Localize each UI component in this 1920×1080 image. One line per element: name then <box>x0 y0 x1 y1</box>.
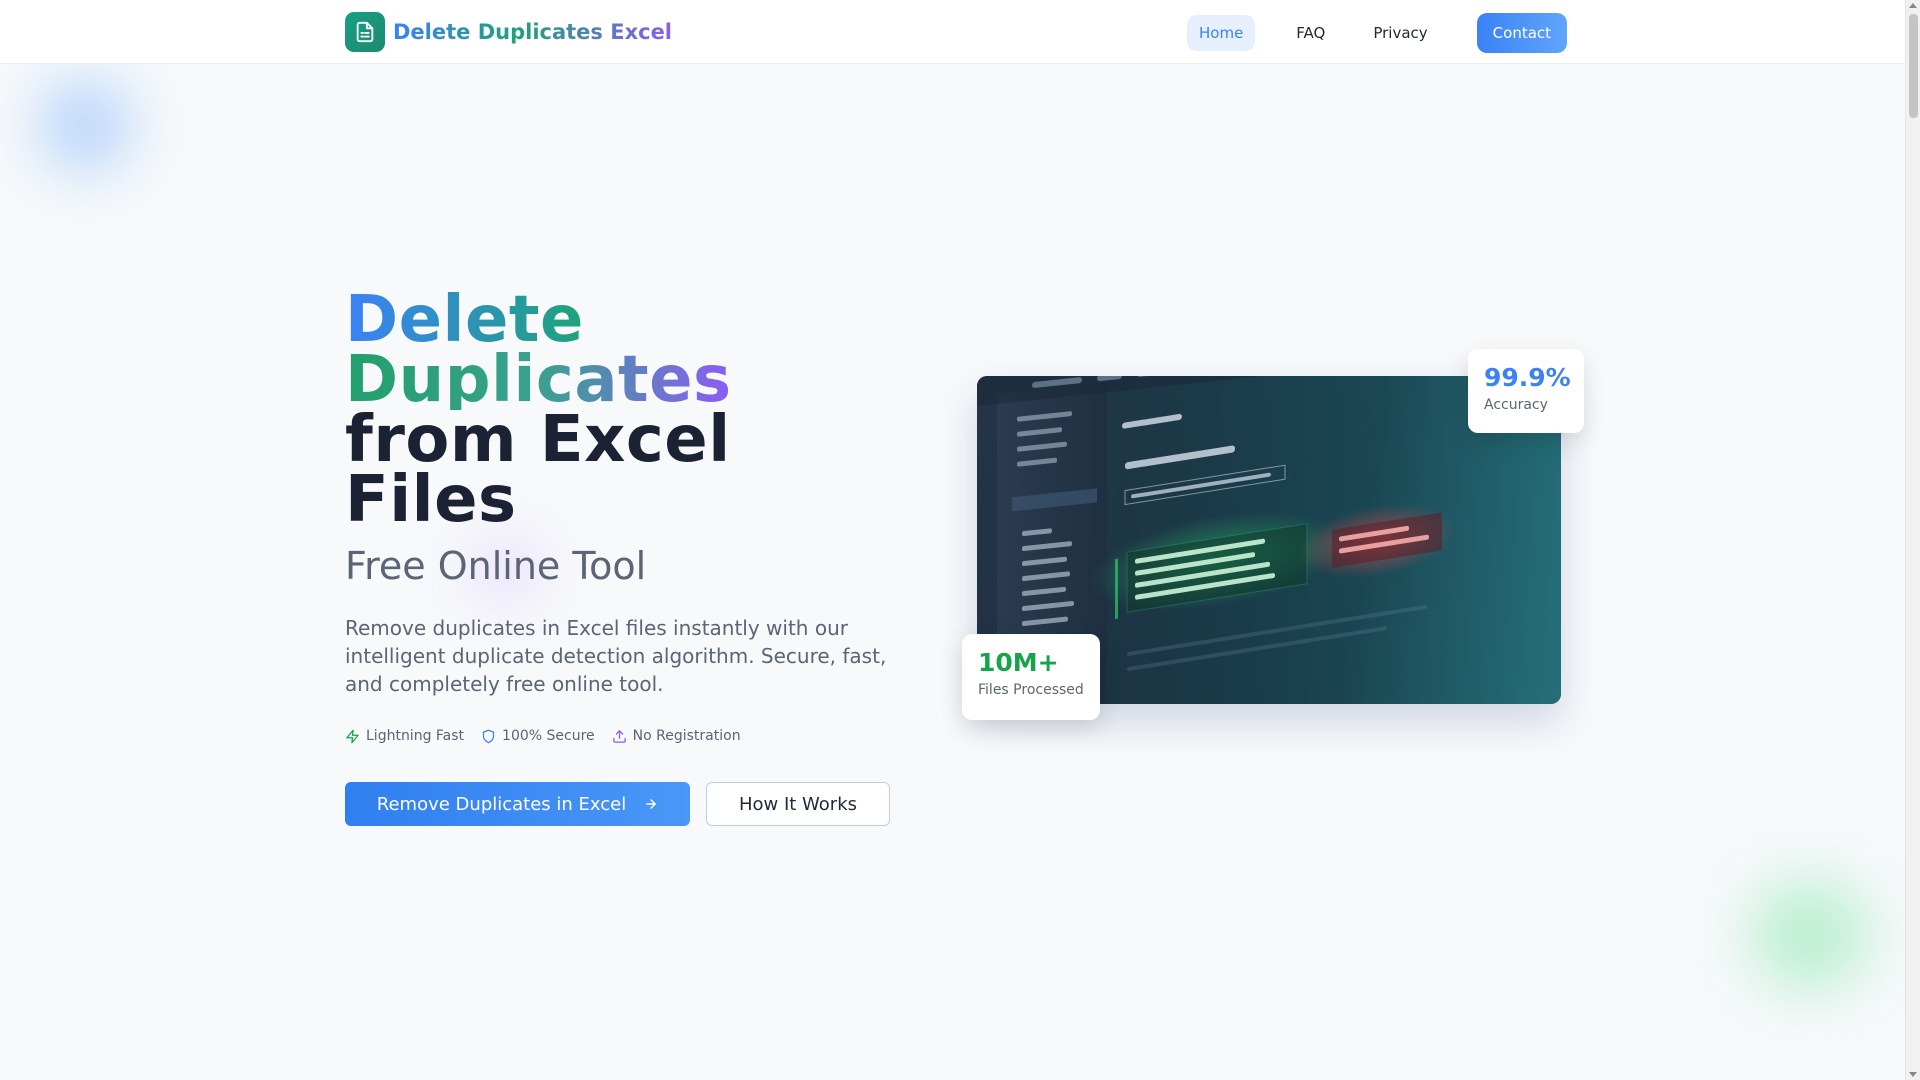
accuracy-value: 99.9% <box>1484 363 1571 392</box>
nav-privacy-link[interactable]: Privacy <box>1352 15 1448 51</box>
main-nav: Home FAQ Privacy Contact <box>1187 13 1568 53</box>
brand-link[interactable]: Delete Duplicates Excel <box>345 12 672 52</box>
nav-contact-button[interactable]: Contact <box>1476 13 1568 53</box>
hero-subtitle: Free Online Tool <box>345 544 647 588</box>
hero-actions: Remove Duplicates in Excel How It Works <box>345 782 905 826</box>
arrow-right-icon <box>646 799 657 809</box>
brand-title: Delete Duplicates Excel <box>393 20 673 44</box>
page-scrollbar[interactable] <box>1905 0 1920 1080</box>
shield-icon <box>482 729 495 743</box>
background-blob-green <box>1750 880 1870 990</box>
hero-title-line-2: Duplicates <box>345 343 732 417</box>
feature-label: No Registration <box>632 728 741 744</box>
hero-description: Remove duplicates in Excel files instant… <box>345 616 887 696</box>
navbar: Delete Duplicates Excel Home FAQ Privacy… <box>0 0 1905 64</box>
scrollbar-thumb[interactable] <box>1909 14 1918 118</box>
files-processed-label: Files Processed <box>978 682 1084 698</box>
feature-lightning-fast: Lightning Fast <box>345 728 464 744</box>
hero-content: Delete Duplicates from Excel Files Free … <box>345 283 905 826</box>
nav-faq-link[interactable]: FAQ <box>1275 15 1346 51</box>
upload-icon <box>612 729 626 743</box>
hero-title-line-3: from Excel Files <box>345 403 731 537</box>
scroll-up-arrow-icon[interactable] <box>1909 3 1917 8</box>
background-blob-blue <box>40 80 130 170</box>
how-it-works-button[interactable]: How It Works <box>706 782 890 826</box>
spreadsheet-document-icon <box>345 12 385 52</box>
feature-label: 100% Secure <box>502 728 595 744</box>
feature-no-registration: No Registration <box>612 728 741 744</box>
feature-label: Lightning Fast <box>366 728 465 744</box>
files-processed-value: 10M+ <box>978 648 1059 677</box>
lightning-icon <box>346 729 359 743</box>
remove-duplicates-button-label: Remove Duplicates in Excel <box>376 793 627 815</box>
accuracy-label: Accuracy <box>1484 397 1548 413</box>
feature-secure: 100% Secure <box>481 728 595 744</box>
scroll-down-arrow-icon[interactable] <box>1909 1072 1917 1077</box>
files-processed-stat-card: 10M+ Files Processed <box>962 634 1100 720</box>
nav-home-link[interactable]: Home <box>1187 15 1256 51</box>
accuracy-stat-card: 99.9% Accuracy <box>1468 349 1584 433</box>
hero-title-line-1: Delete <box>345 283 584 357</box>
remove-duplicates-button[interactable]: Remove Duplicates in Excel <box>345 782 690 826</box>
feature-list: Lightning Fast 100% Secure No Registrati… <box>345 728 905 744</box>
hero-title: Delete Duplicates from Excel Files <box>345 283 905 537</box>
